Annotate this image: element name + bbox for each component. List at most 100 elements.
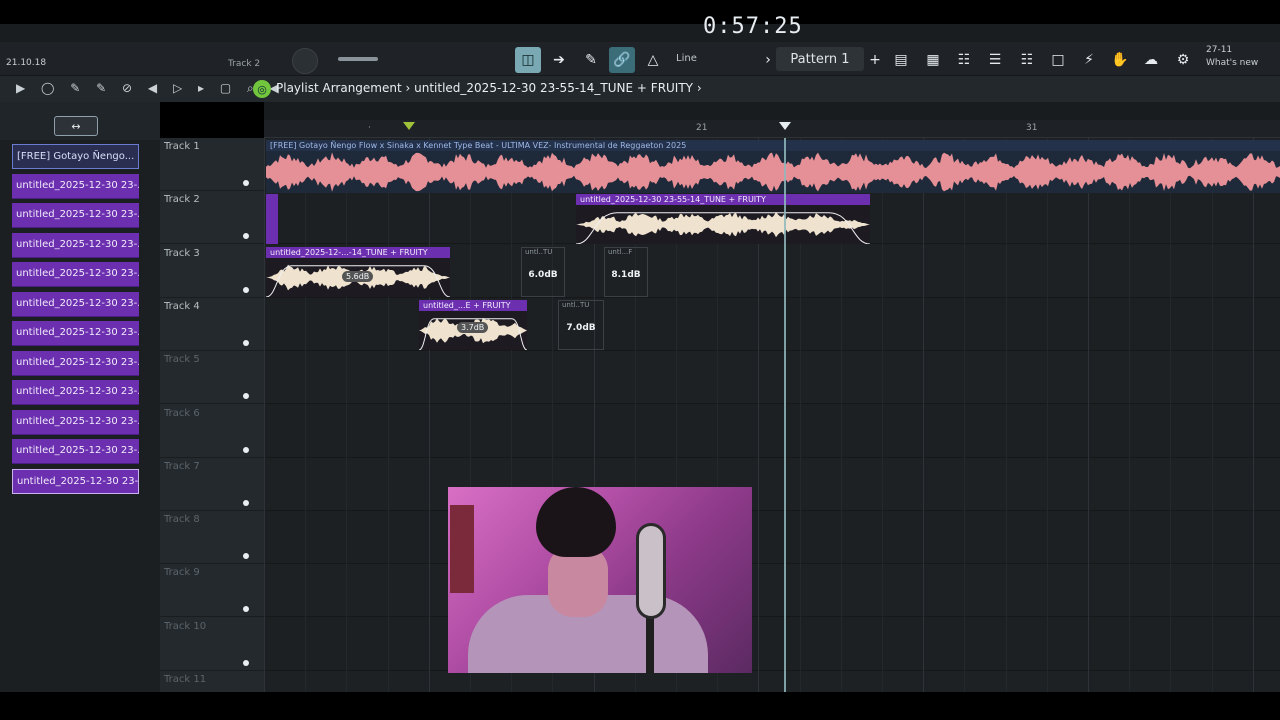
track-header[interactable]: Track 10 xyxy=(160,618,264,671)
wall-poster xyxy=(450,505,474,593)
track-lane[interactable] xyxy=(264,671,1280,692)
mixer-button[interactable]: ☰ xyxy=(982,47,1008,73)
track-header[interactable]: Track 7 xyxy=(160,458,264,511)
track-name: Track 1 xyxy=(164,141,200,152)
track-lane[interactable] xyxy=(264,457,1280,511)
audio-clip-track4[interactable]: untitled_...E + FRUITY 3.7dB xyxy=(419,300,527,350)
stamp-tool-button[interactable]: △ xyxy=(640,47,666,73)
arrangement-grid[interactable]: [FREE] Gotayo Ñengo Flow x Sinaka x Kenn… xyxy=(264,138,1280,692)
pattern-list-item[interactable]: untitled_2025-12-30 23-... xyxy=(12,380,139,405)
track-header[interactable]: Track 2 xyxy=(160,191,264,245)
audio-clip-track3-small-b[interactable]: untl...F 8.1dB xyxy=(604,247,648,297)
pattern-list-item[interactable]: untitled_2025-12-30 23-... xyxy=(12,291,139,317)
grid-line xyxy=(882,138,883,692)
track-lane[interactable] xyxy=(264,564,1280,618)
track-lane[interactable] xyxy=(264,351,1280,405)
audio-clip-track2[interactable]: untitled_2025-12-30 23-55-14_TUNE + FRUI… xyxy=(576,194,870,244)
master-volume-knob[interactable] xyxy=(292,48,318,74)
track-header[interactable]: Track 9 xyxy=(160,564,264,618)
master-pitch-slider[interactable] xyxy=(338,57,378,61)
grid-line xyxy=(1252,138,1254,692)
grid-line xyxy=(1129,138,1131,692)
track-mute-led[interactable] xyxy=(243,606,249,613)
browser-button[interactable]: ☷ xyxy=(1014,47,1040,73)
whats-new-panel[interactable]: 27-11 What's new xyxy=(1206,44,1258,70)
project-info-button[interactable]: □ xyxy=(1045,47,1071,73)
cloud-button[interactable]: ☁ xyxy=(1138,47,1164,73)
pattern-list-item[interactable]: untitled_2025-12-30 23-... xyxy=(12,409,139,435)
track-mute-led[interactable] xyxy=(243,499,249,506)
settings-button[interactable]: ⚙ xyxy=(1170,47,1196,73)
audio-clip-track3-small-a[interactable]: untl..TU 6.0dB xyxy=(521,247,565,297)
track-lane[interactable] xyxy=(264,298,1280,351)
track-name: Track 6 xyxy=(164,407,200,419)
hint-bar-text: Track 2 xyxy=(228,59,261,69)
draw-tool-button[interactable]: ✎ xyxy=(578,47,604,73)
touch-controller-button[interactable]: ✋ xyxy=(1107,47,1133,73)
song-time-display[interactable]: 0:57:25 xyxy=(703,14,803,39)
pattern-list-item[interactable]: untitled_2025-12-30 23-... xyxy=(12,232,139,258)
track-header[interactable]: Track 8 xyxy=(160,511,264,565)
snap-magnet-button[interactable]: ◫ xyxy=(515,47,541,73)
magnet-icon: ◫ xyxy=(521,52,535,68)
track-lane[interactable] xyxy=(264,618,1280,671)
track-mute-led[interactable] xyxy=(243,393,249,400)
channel-rack-button[interactable]: ☷ xyxy=(951,47,977,73)
main-toolbar: 0:57:25 21.10.18 Track 2 ◫ ➔ ✎ 🔗 △ Line … xyxy=(0,14,1280,76)
playhead-marker[interactable] xyxy=(779,122,791,130)
track-name: Track 10 xyxy=(164,620,207,632)
track-mute-led[interactable] xyxy=(243,286,249,293)
pattern-list-item[interactable]: untitled_2025-12-30 23-... xyxy=(12,439,139,464)
clip-waveform-area xyxy=(576,205,870,244)
pattern-list-item[interactable]: untitled_2025-12-30 23-... xyxy=(12,468,139,494)
clip-title: untitled_2025-12-30 23-55-14_TUNE + FRUI… xyxy=(576,194,870,205)
track-header[interactable]: Track 6 xyxy=(160,405,264,458)
audio-clip-track3[interactable]: untitled_2025-12-...-14_TUNE + FRUITY 5.… xyxy=(266,247,450,297)
cloud-icon: ☁ xyxy=(1144,52,1158,68)
playlist-title: Playlist Arrangement › untitled_2025-12-… xyxy=(276,81,702,95)
news-label: What's new xyxy=(1206,58,1259,68)
playlist-label: Playlist xyxy=(276,81,319,95)
piano-roll-button[interactable]: ▦ xyxy=(920,47,946,73)
audio-clip-track1[interactable]: [FREE] Gotayo Ñengo Flow x Sinaka x Kenn… xyxy=(266,140,1280,193)
track-lane[interactable] xyxy=(264,405,1280,458)
track-header[interactable]: Track 5 xyxy=(160,351,264,405)
track-header[interactable]: Track 3 xyxy=(160,245,264,298)
breadcrumb[interactable]: Arrangement › untitled_2025-12-30 23-55-… xyxy=(322,81,701,95)
track-mute-led[interactable] xyxy=(243,446,249,453)
track-mute-led[interactable] xyxy=(243,553,249,560)
pattern-selector[interactable]: Pattern 1 xyxy=(776,47,864,71)
add-pattern-button[interactable]: + xyxy=(862,47,888,73)
playhead-line[interactable] xyxy=(784,138,786,692)
pattern-list-item[interactable]: untitled_2025-12-30 23-... xyxy=(12,350,139,376)
horizontal-scrollbar[interactable] xyxy=(264,102,1280,120)
timeline-ruler[interactable]: · 21 31 xyxy=(264,120,1280,138)
snap-line-label[interactable]: Line xyxy=(676,53,697,64)
loop-start-marker[interactable] xyxy=(403,122,415,130)
plugin-picker-button[interactable]: ⚡ xyxy=(1076,47,1102,73)
pattern-list-item[interactable]: [FREE] Gotayo Ñengo... xyxy=(12,144,139,169)
pattern-list-item[interactable]: untitled_2025-12-30 23-... xyxy=(12,262,139,287)
track-mute-led[interactable] xyxy=(243,339,249,346)
picker-mode-tab[interactable]: ↔ xyxy=(54,116,98,136)
track-lane[interactable] xyxy=(264,511,1280,565)
mixer-icon: ☰ xyxy=(988,52,1002,68)
pattern-list-item[interactable]: untitled_2025-12-30 23-... xyxy=(12,173,139,199)
track-mute-led[interactable] xyxy=(243,233,249,240)
playlist-tool-icons[interactable]: ▶ ◯ ✎ ✎ ⊘ ◀ ▷ ▸ ▢ ⌕ ◀ xyxy=(16,81,285,96)
audio-clip-track4-small[interactable]: untl..TU 7.0dB xyxy=(558,300,604,350)
track-mute-led[interactable] xyxy=(243,659,249,666)
track-header[interactable]: Track 4 xyxy=(160,298,264,351)
mic-stand xyxy=(646,615,654,673)
pattern-list-item[interactable]: untitled_2025-12-30 23-... xyxy=(12,203,139,228)
plus-icon: + xyxy=(869,52,881,68)
link-tool-button[interactable]: 🔗 xyxy=(609,47,635,73)
playlist-window-button[interactable]: ▤ xyxy=(888,47,914,73)
arrow-right-button[interactable]: ➔ xyxy=(546,47,572,73)
pattern-list-item[interactable]: untitled_2025-12-30 23-... xyxy=(12,321,139,346)
track-header-column: Track 1 Track 2 Track 3 Track 4 Track 5 Track… xyxy=(160,138,264,719)
track-name: Track 8 xyxy=(164,514,200,526)
track-mute-led[interactable] xyxy=(243,180,249,186)
track-header[interactable]: Track 1 xyxy=(160,138,264,191)
audio-clip-track2-stub[interactable] xyxy=(266,194,278,244)
